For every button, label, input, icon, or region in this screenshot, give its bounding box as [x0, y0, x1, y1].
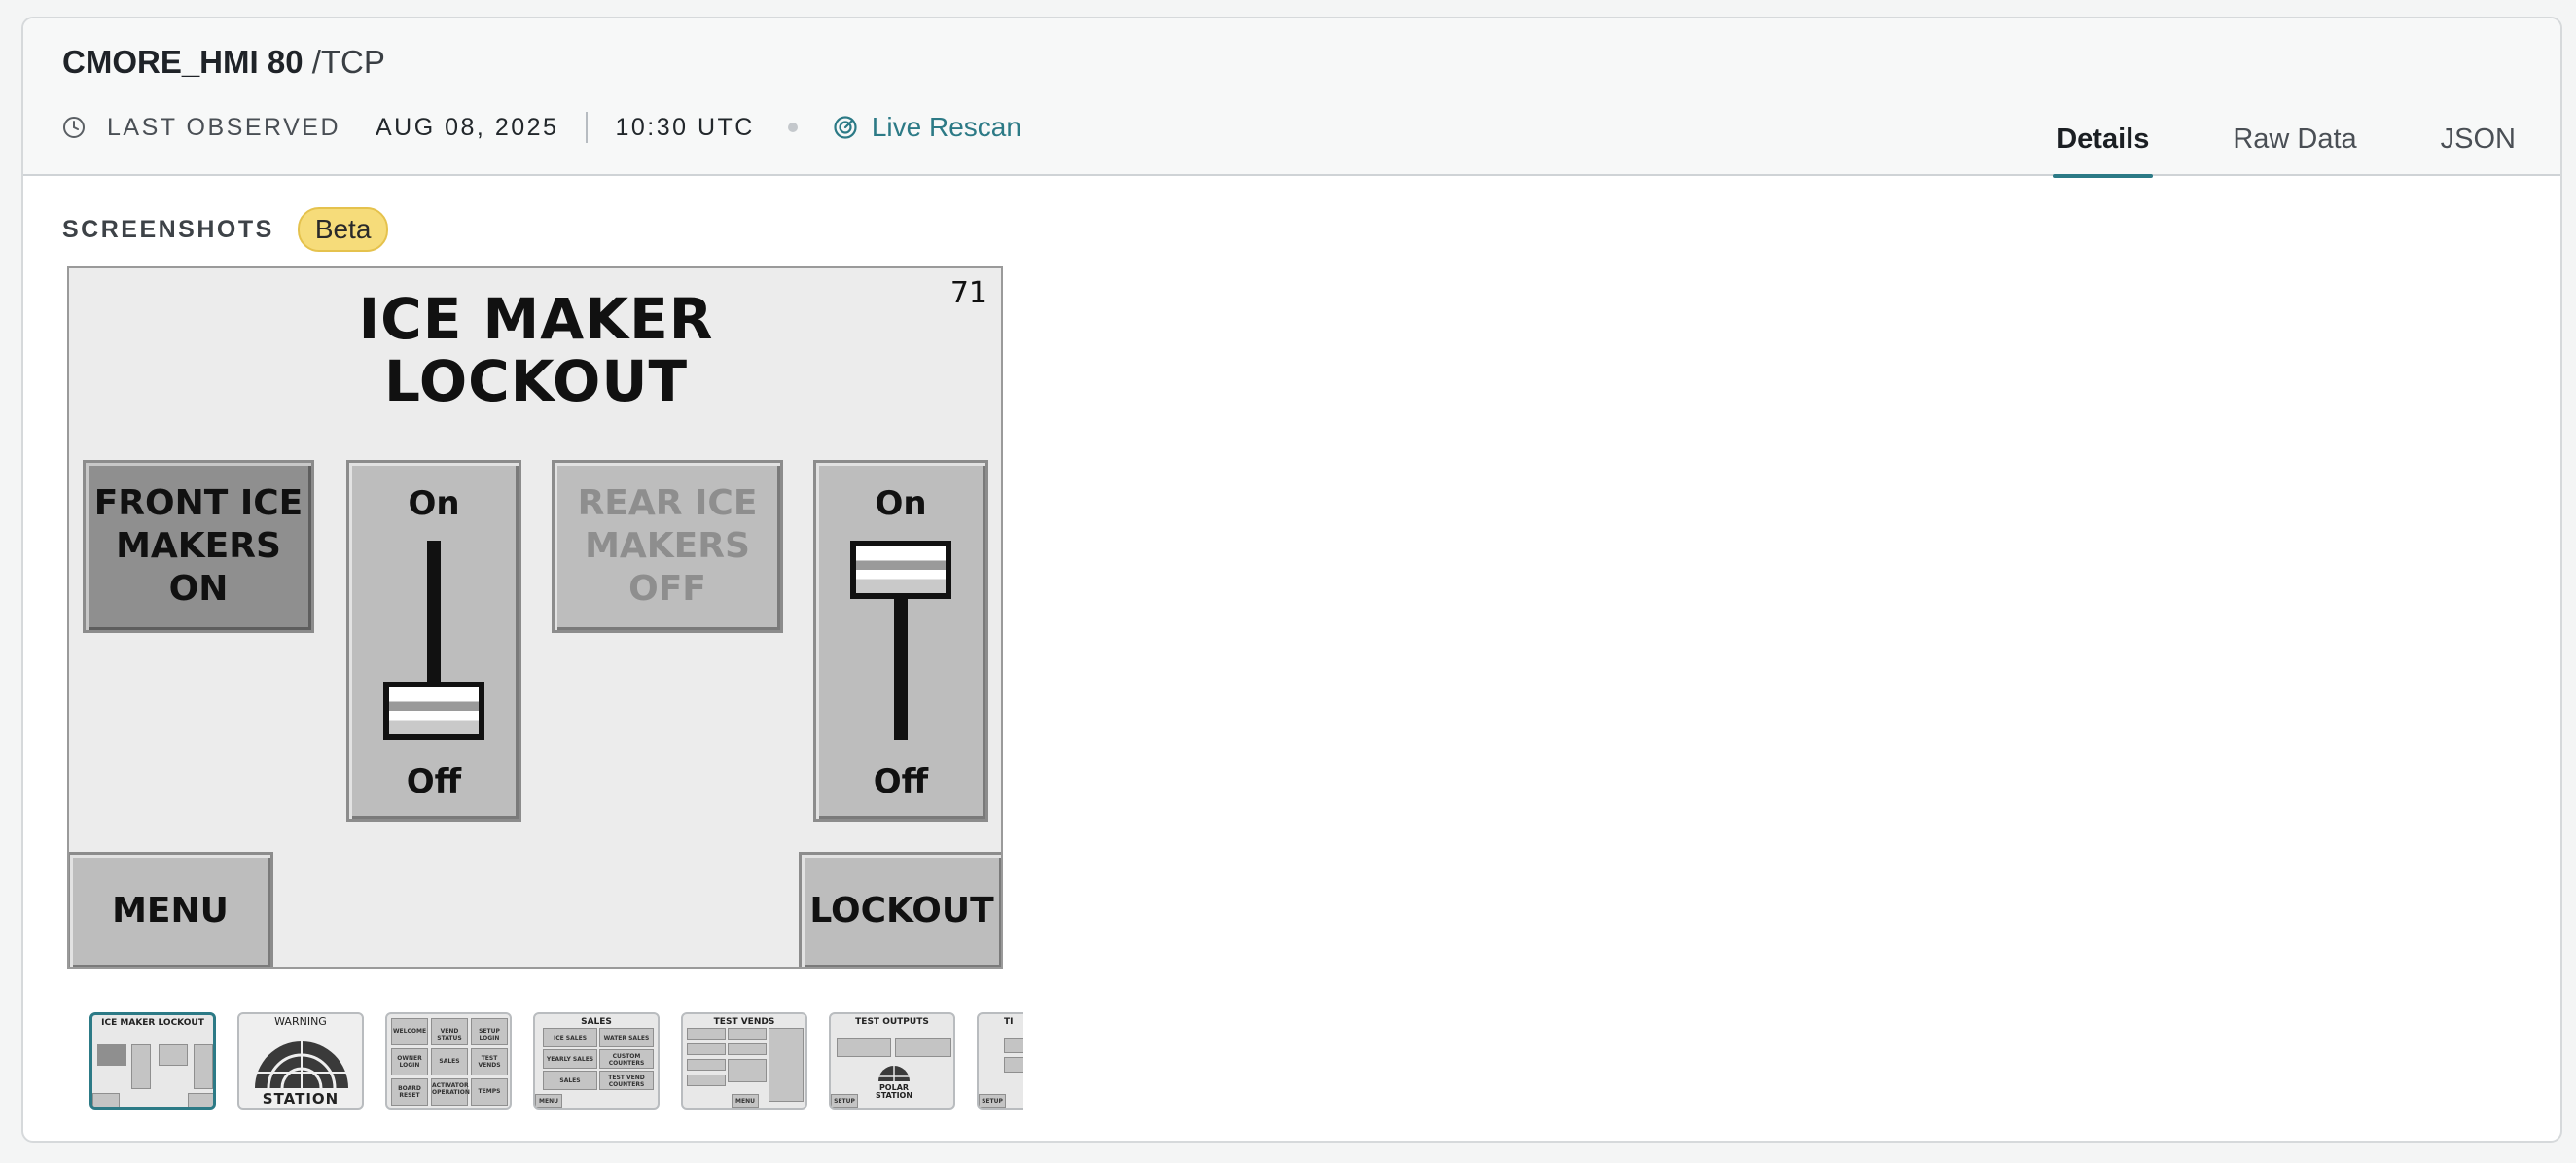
- thumbnail-ice-maker-lockout[interactable]: ICE MAKER LOCKOUT: [89, 1012, 216, 1110]
- hmi-screenshot[interactable]: 71 ICE MAKER LOCKOUT FRONT ICE MAKERS ON…: [67, 266, 1003, 969]
- hmi-title-line2: LOCKOUT: [383, 348, 689, 414]
- thumbnail-title: SALES: [581, 1017, 612, 1027]
- clock-icon: [62, 116, 86, 139]
- hmi-menu-button: MENU: [69, 852, 273, 967]
- rear-button-line3: OFF: [628, 569, 706, 609]
- thumbnail-sales[interactable]: SALES ICE SALES WATER SALES YEARLY SALES…: [533, 1012, 660, 1110]
- tab-raw-data[interactable]: Raw Data: [2233, 123, 2356, 176]
- device-card: CMORE_HMI 80 /TCP LAST OBSERVED AUG 08, …: [21, 17, 2562, 1143]
- observation-meta: LAST OBSERVED AUG 08, 2025 10:30 UTC Liv…: [62, 108, 1021, 147]
- front-switch-on-label: On: [408, 484, 460, 523]
- meta-separator-dot: [787, 123, 798, 132]
- rear-ice-makers-button: REAR ICE MAKERS OFF: [552, 460, 783, 633]
- front-switch-handle: [383, 682, 484, 740]
- thumbnail-title: TEST VENDS: [713, 1017, 775, 1027]
- rear-toggle-switch: On Off: [813, 460, 988, 822]
- meta-divider: [586, 112, 589, 143]
- thumbnail-caption: STATION: [262, 1090, 340, 1108]
- rear-switch-on-label: On: [875, 484, 927, 523]
- thumbnail-title: TEST OUTPUTS: [855, 1017, 929, 1027]
- hmi-lockout-label: LOCKOUT: [809, 891, 994, 931]
- front-button-line2: MAKERS: [116, 526, 281, 566]
- card-header: CMORE_HMI 80 /TCP LAST OBSERVED AUG 08, …: [23, 18, 2560, 178]
- observed-time: 10:30 UTC: [615, 113, 755, 141]
- rear-switch-track: [894, 599, 908, 740]
- front-button-line3: ON: [168, 569, 229, 609]
- igloo-logo: [255, 1041, 348, 1089]
- port-label: /TCP: [311, 44, 385, 80]
- screenshots-label: SCREENSHOTS: [62, 215, 274, 243]
- view-tabs: Details Raw Data JSON: [1973, 123, 2516, 178]
- hmi-title: ICE MAKER LOCKOUT: [69, 286, 1001, 414]
- page-title: CMORE_HMI 80 /TCP: [62, 44, 385, 81]
- live-rescan-button[interactable]: Live Rescan: [833, 112, 1021, 143]
- thumbnail-title: WARNING: [274, 1015, 327, 1028]
- thumbnail-strip: ICE MAKER LOCKOUT WARNING STATION WELCOM…: [89, 1012, 1023, 1111]
- front-toggle-switch: On Off: [346, 460, 521, 822]
- last-observed-label: LAST OBSERVED: [107, 113, 340, 141]
- thumbnail-main-menu[interactable]: WELCOME VEND STATUS SETUP LOGIN OWNER LO…: [385, 1012, 512, 1110]
- screenshots-heading: SCREENSHOTS Beta: [62, 207, 389, 252]
- tab-details[interactable]: Details: [2053, 123, 2154, 178]
- thumbnail-title: TI: [1004, 1017, 1014, 1027]
- radar-icon: [833, 115, 858, 140]
- beta-badge: Beta: [297, 207, 389, 252]
- host-name: CMORE_HMI 80: [62, 44, 304, 80]
- thumbnail-title: ICE MAKER LOCKOUT: [101, 1018, 204, 1028]
- thumbnail-caption: POLAR STATION: [875, 1083, 913, 1100]
- front-ice-makers-button: FRONT ICE MAKERS ON: [83, 460, 314, 633]
- rear-button-line1: REAR ICE: [577, 483, 758, 523]
- hmi-menu-label: MENU: [112, 891, 229, 931]
- thumbnail-test-vends[interactable]: TEST VENDS MENU: [681, 1012, 807, 1110]
- hmi-lockout-button: LOCKOUT: [799, 852, 1001, 967]
- hmi-title-line1: ICE MAKER: [358, 286, 714, 352]
- front-switch-off-label: Off: [406, 762, 462, 801]
- rear-switch-off-label: Off: [873, 762, 929, 801]
- igloo-logo: [878, 1066, 910, 1081]
- thumbnail-test-outputs[interactable]: TEST OUTPUTS POLAR STATION SETUP: [829, 1012, 955, 1110]
- front-button-line1: FRONT ICE: [93, 483, 304, 523]
- front-switch-track: [427, 541, 441, 687]
- rear-button-line2: MAKERS: [585, 526, 750, 566]
- live-rescan-label: Live Rescan: [871, 112, 1021, 142]
- thumbnail-warning[interactable]: WARNING STATION: [237, 1012, 364, 1110]
- observed-date: AUG 08, 2025: [376, 113, 559, 141]
- rear-switch-handle: [850, 541, 951, 599]
- thumbnail-partial[interactable]: TI SETUP: [977, 1012, 1023, 1110]
- tab-json[interactable]: JSON: [2441, 123, 2516, 176]
